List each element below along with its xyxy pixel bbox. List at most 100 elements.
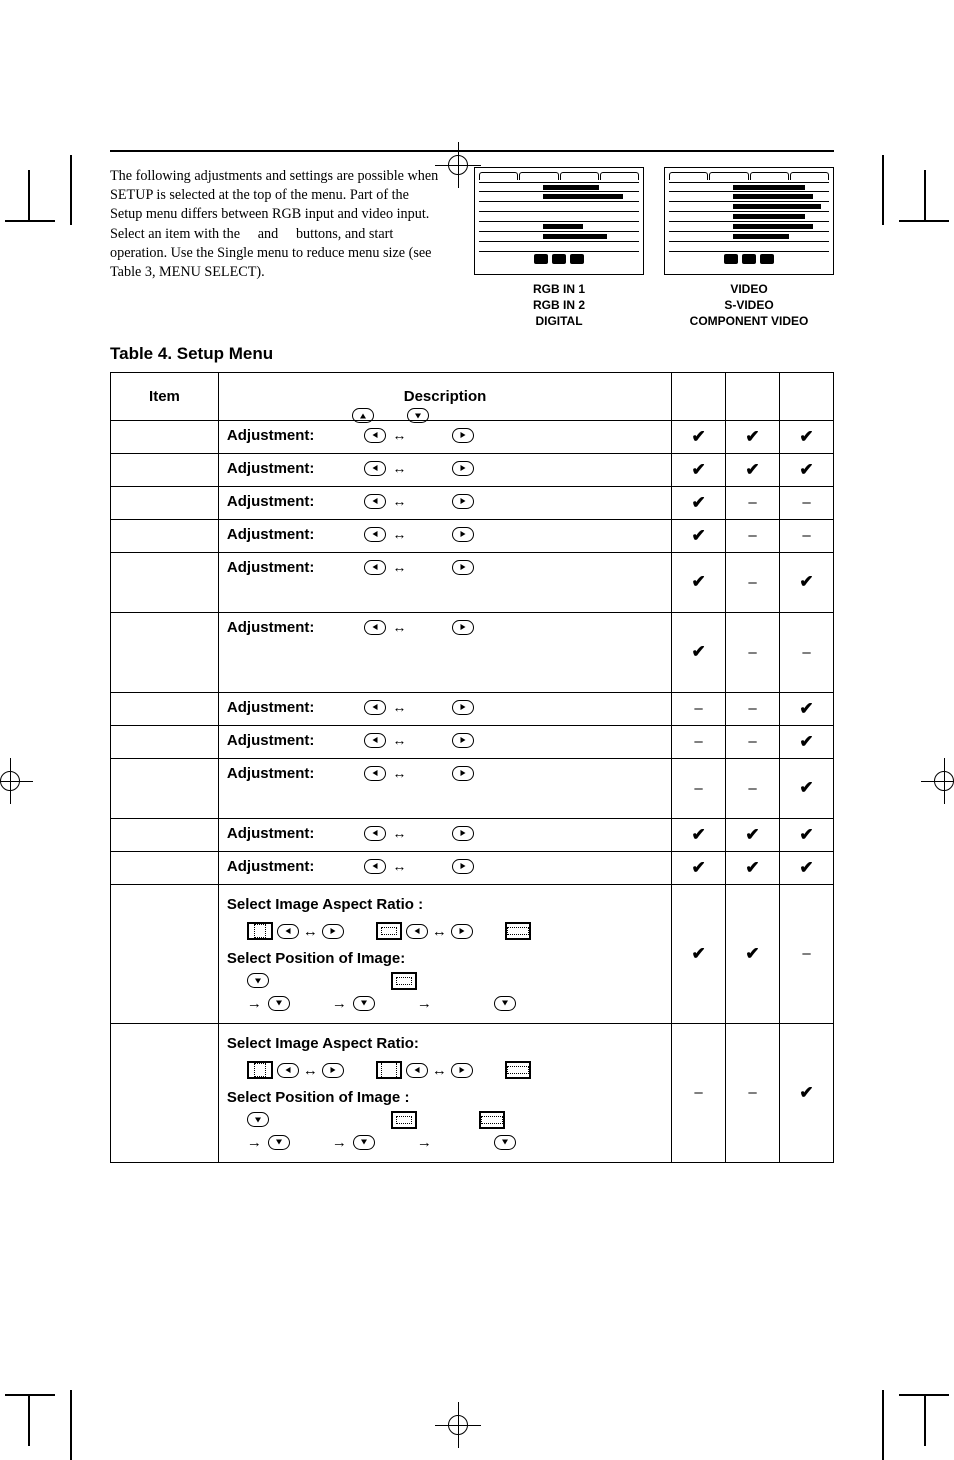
col-c2-cell: – — [726, 725, 780, 758]
item-cell — [111, 758, 219, 818]
col-c1-cell: ✔ — [672, 884, 726, 1023]
table-row: Adjustment:↔✔–– — [111, 612, 834, 692]
dash-icon: – — [748, 733, 756, 750]
col-c3-cell: ✔ — [780, 818, 834, 851]
table-row: Adjustment:↔ ✔ ✔ ✔ — [111, 420, 834, 453]
right-button-icon — [452, 620, 474, 635]
col-c3-cell: ✔ — [780, 453, 834, 486]
right-button-icon — [451, 1063, 473, 1078]
setup-table: Item Description Adjustment:↔✔✔✔Adjustme… — [110, 372, 834, 1163]
figure-row: RGB IN 1 RGB IN 2 DIGITAL — [440, 167, 834, 330]
desc-cell: Adjustment:↔ — [218, 758, 671, 818]
check-icon: ✔ — [691, 944, 705, 963]
col-c2 — [726, 372, 780, 420]
fig-caption-rgb2: RGB IN 2 — [474, 297, 644, 313]
dash-icon: – — [748, 494, 756, 511]
table-row: Adjustment:↔ ✔ ✔ ✔ — [111, 818, 834, 851]
left-button-icon — [406, 924, 428, 939]
col-c3-cell: ✔ — [780, 420, 834, 453]
aspect-icon — [247, 1061, 273, 1079]
table-row: Adjustment:↔✔✔✔ — [111, 453, 834, 486]
check-icon: ✔ — [745, 460, 759, 479]
desc-cell: Select Image Aspect Ratio :↔↔Select Posi… — [218, 884, 671, 1023]
col-c2-cell: ✔ — [726, 884, 780, 1023]
down-button-icon — [247, 1112, 269, 1127]
item-cell — [111, 725, 219, 758]
col-c2-cell: – — [726, 486, 780, 519]
intro-paragraph: The following adjustments and settings a… — [110, 167, 440, 282]
dash-icon: – — [802, 644, 810, 661]
right-button-icon — [322, 924, 344, 939]
right-button-icon — [452, 859, 474, 874]
item-cell — [111, 851, 219, 884]
dash-icon: – — [748, 527, 756, 544]
right-button-icon — [452, 527, 474, 542]
dash-icon: – — [694, 733, 702, 750]
table-row: Adjustment:↔✔✔✔ — [111, 851, 834, 884]
col-c3-cell: – — [780, 884, 834, 1023]
col-c3-cell: ✔ — [780, 725, 834, 758]
right-button-icon — [452, 560, 474, 575]
adjustment-label: Adjustment: — [227, 858, 315, 875]
dash-icon: – — [694, 1084, 702, 1101]
desc-cell: Adjustment:↔ — [218, 420, 671, 453]
col-c2-cell: – — [726, 519, 780, 552]
left-button-icon — [364, 428, 386, 443]
check-icon: ✔ — [799, 825, 813, 844]
left-button-icon — [364, 560, 386, 575]
dash-icon: – — [802, 494, 810, 511]
page-content: The following adjustments and settings a… — [110, 150, 834, 1163]
col-c2-cell: ✔ — [726, 453, 780, 486]
col-c1-cell: – — [672, 692, 726, 725]
col-c3-cell: – — [780, 519, 834, 552]
table-row: Select Image Aspect Ratio :↔↔Select Posi… — [111, 884, 834, 1023]
adjustment-label: Adjustment: — [227, 460, 315, 477]
col-c1-cell: ✔ — [672, 612, 726, 692]
col-c2-cell: ✔ — [726, 818, 780, 851]
col-c3-cell: ✔ — [780, 758, 834, 818]
down-button-icon — [268, 1135, 290, 1150]
check-icon: ✔ — [745, 825, 759, 844]
table-row: Adjustment:↔✔–– — [111, 486, 834, 519]
check-icon: ✔ — [691, 825, 705, 844]
adjustment-label: Adjustment: — [227, 559, 315, 576]
left-button-icon — [364, 620, 386, 635]
item-cell — [111, 552, 219, 612]
dash-icon: – — [802, 527, 810, 544]
item-cell — [111, 420, 219, 453]
lrarrow-icon: ↔ — [392, 825, 406, 841]
check-icon: ✔ — [799, 858, 813, 877]
col-desc: Description — [218, 372, 671, 420]
fig-caption-digital: DIGITAL — [474, 313, 644, 329]
col-c1-cell: ✔ — [672, 486, 726, 519]
check-icon: ✔ — [745, 427, 759, 446]
check-icon: ✔ — [799, 699, 813, 718]
check-icon: ✔ — [745, 944, 759, 963]
down-button-icon — [494, 996, 516, 1011]
table-header-row: Item Description — [111, 372, 834, 420]
dash-icon: – — [748, 700, 756, 717]
col-c3 — [780, 372, 834, 420]
adjustment-label: Adjustment: — [227, 619, 315, 636]
left-button-icon — [406, 1063, 428, 1078]
left-button-icon — [364, 766, 386, 781]
left-button-icon — [364, 700, 386, 715]
right-button-icon — [452, 826, 474, 841]
desc-cell: Adjustment: ↔ — [218, 692, 671, 725]
desc-cell: Adjustment:↔ — [218, 818, 671, 851]
adjustment-label: Adjustment: — [227, 699, 315, 716]
lrarrow-icon: ↔ — [392, 732, 406, 748]
item-cell — [111, 692, 219, 725]
left-button-icon — [364, 859, 386, 874]
aspect-icon — [247, 922, 273, 940]
aspect-icon — [376, 922, 402, 940]
check-icon: ✔ — [799, 732, 813, 751]
table-row: Adjustment:↔✔–– — [111, 519, 834, 552]
lrarrow-icon: ↔ — [392, 699, 406, 715]
check-icon: ✔ — [691, 526, 705, 545]
down-button-icon — [353, 1135, 375, 1150]
item-cell — [111, 519, 219, 552]
check-icon: ✔ — [799, 1083, 813, 1102]
desc-cell: Adjustment:↔ — [218, 612, 671, 692]
check-icon: ✔ — [691, 427, 705, 446]
